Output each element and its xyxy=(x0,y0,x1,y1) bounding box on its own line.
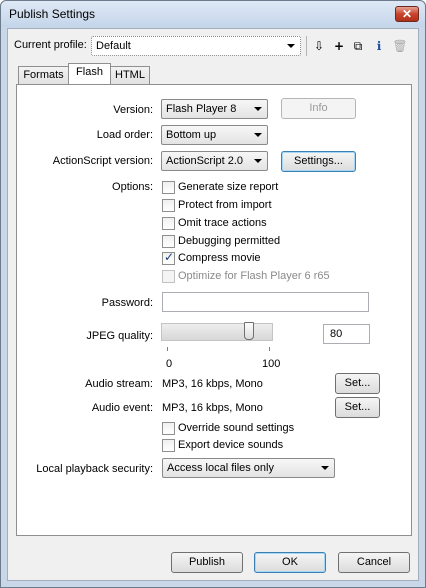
generate-size-report-checkbox[interactable] xyxy=(162,181,175,194)
jpeg-min-label: 0 xyxy=(166,358,173,370)
protect-from-import-label: Protect from import xyxy=(178,199,272,211)
audio-event-label: Audio event: xyxy=(91,402,153,414)
profile-value: Default xyxy=(96,40,131,52)
tab-flash[interactable]: Flash xyxy=(68,63,111,84)
load-order-label: Load order: xyxy=(96,129,153,141)
export-device-sounds-label: Export device sounds xyxy=(178,439,284,451)
close-button[interactable]: ✕ xyxy=(395,6,419,22)
jpeg-quality-field[interactable]: 80 xyxy=(323,324,370,344)
toolbar-divider xyxy=(306,36,307,56)
audio-stream-set-button[interactable]: Set... xyxy=(335,373,380,394)
audio-event-value: MP3, 16 kbps, Mono xyxy=(162,402,263,414)
dialog-body: Current profile: Default ⇩ + ⧉ ℹ 🗑 Forma… xyxy=(7,28,419,581)
version-select[interactable]: Flash Player 8 xyxy=(161,99,268,119)
title-bar[interactable]: Publish Settings ✕ xyxy=(1,1,425,27)
audio-event-set-button[interactable]: Set... xyxy=(335,397,380,418)
audio-stream-value: MP3, 16 kbps, Mono xyxy=(162,378,263,390)
info-button[interactable]: Info xyxy=(281,98,356,119)
duplicate-profile-icon[interactable]: ⧉ xyxy=(349,37,367,55)
playback-security-value: Access local files only xyxy=(167,462,274,474)
jpeg-quality-slider-thumb[interactable] xyxy=(243,322,254,340)
delete-profile-icon[interactable]: 🗑 xyxy=(391,37,409,55)
flash-tab-panel: Version: Flash Player 8 Info Load order:… xyxy=(16,84,412,536)
profile-select[interactable]: Default xyxy=(91,36,301,56)
actionscript-version-value: ActionScript 2.0 xyxy=(166,155,244,167)
audio-stream-label: Audio stream: xyxy=(85,378,153,390)
tab-html[interactable]: HTML xyxy=(110,66,150,84)
publish-button[interactable]: Publish xyxy=(171,552,243,573)
override-sound-settings-label: Override sound settings xyxy=(178,422,295,434)
add-profile-icon[interactable]: + xyxy=(330,37,348,55)
optimize-flash-player-6-label: Optimize for Flash Player 6 r65 xyxy=(178,270,330,282)
protect-from-import-checkbox[interactable] xyxy=(162,199,175,212)
debugging-permitted-label: Debugging permitted xyxy=(178,235,281,247)
password-label: Password: xyxy=(101,297,153,309)
actionscript-version-select[interactable]: ActionScript 2.0 xyxy=(161,151,268,171)
optimize-flash-player-6-checkbox[interactable] xyxy=(162,270,175,283)
current-profile-label: Current profile: xyxy=(14,39,87,51)
load-order-select[interactable]: Bottom up xyxy=(161,125,268,145)
chevron-down-icon xyxy=(254,107,262,111)
options-label: Options: xyxy=(112,181,153,193)
window-title: Publish Settings xyxy=(9,7,96,21)
chevron-down-icon xyxy=(287,44,295,48)
override-sound-settings-checkbox[interactable] xyxy=(162,422,175,435)
tab-formats[interactable]: Formats xyxy=(18,66,69,84)
chevron-down-icon xyxy=(321,466,329,470)
omit-trace-actions-checkbox[interactable] xyxy=(162,217,175,230)
profile-info-icon[interactable]: ℹ xyxy=(370,37,388,55)
jpeg-quality-slider-track[interactable] xyxy=(161,323,273,341)
playback-security-label: Local playback security: xyxy=(36,463,153,475)
jpeg-max-label: 100 xyxy=(262,358,281,370)
publish-settings-dialog: Publish Settings ✕ Current profile: Defa… xyxy=(0,0,426,588)
import-export-icon[interactable]: ⇩ xyxy=(310,37,328,55)
generate-size-report-label: Generate size report xyxy=(178,181,279,193)
actionscript-version-label: ActionScript version: xyxy=(52,155,153,167)
jpeg-quality-value: 80 xyxy=(330,328,343,340)
version-value: Flash Player 8 xyxy=(166,103,237,115)
actionscript-settings-button[interactable]: Settings... xyxy=(281,151,356,172)
slider-tick xyxy=(269,347,270,351)
playback-security-select[interactable]: Access local files only xyxy=(162,458,335,478)
password-field[interactable] xyxy=(162,292,369,312)
chevron-down-icon xyxy=(254,159,262,163)
omit-trace-actions-label: Omit trace actions xyxy=(178,217,267,229)
compress-movie-checkbox[interactable] xyxy=(162,250,175,265)
debugging-permitted-checkbox[interactable] xyxy=(162,235,175,248)
slider-tick xyxy=(167,347,168,351)
cancel-button[interactable]: Cancel xyxy=(338,552,410,573)
jpeg-quality-label: JPEG quality: xyxy=(86,330,153,342)
chevron-down-icon xyxy=(254,133,262,137)
version-label: Version: xyxy=(113,104,153,116)
load-order-value: Bottom up xyxy=(166,129,217,141)
export-device-sounds-checkbox[interactable] xyxy=(162,439,175,452)
ok-button[interactable]: OK xyxy=(254,552,326,573)
compress-movie-label: Compress movie xyxy=(178,252,261,264)
